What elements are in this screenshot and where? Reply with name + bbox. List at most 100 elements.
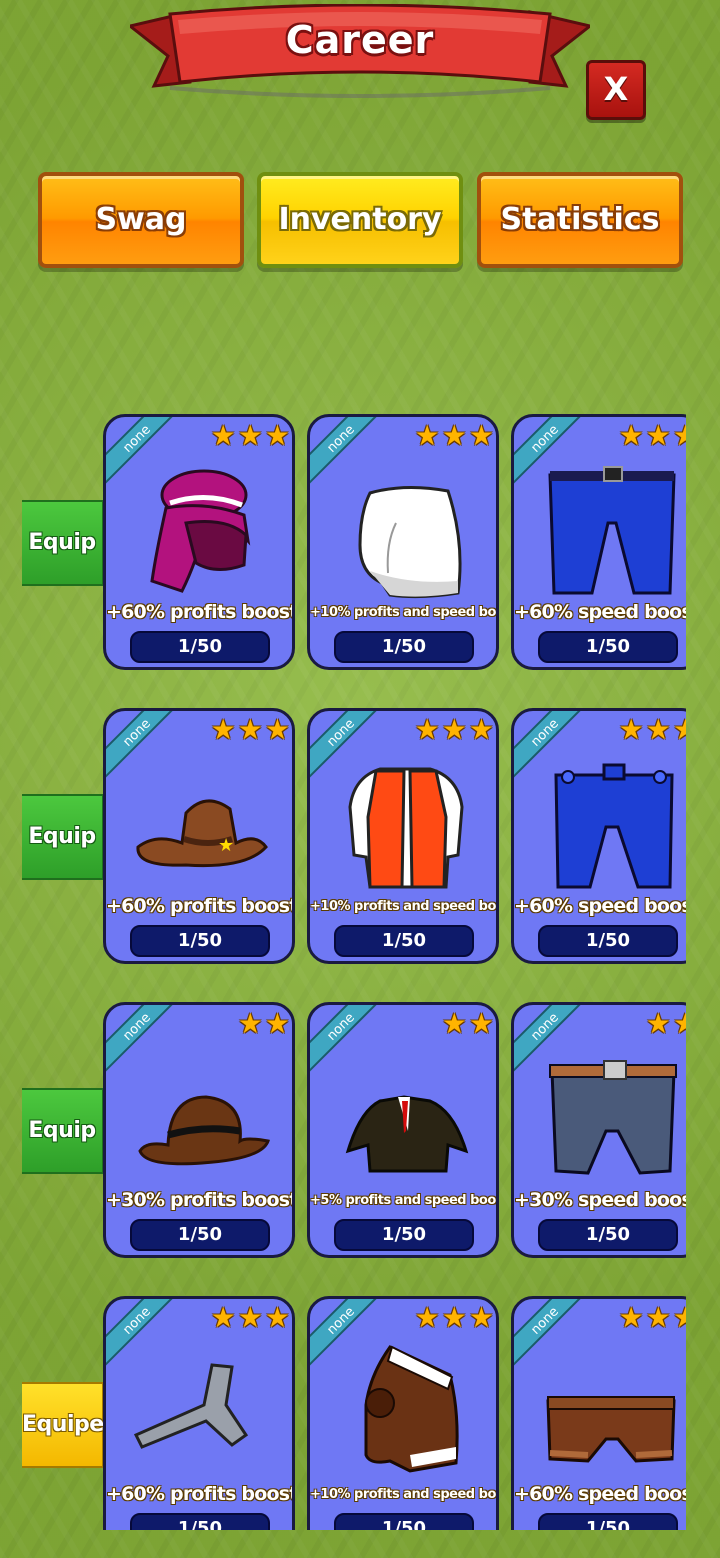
boost-text: +30% profits boosts — [106, 1189, 295, 1211]
item-card[interactable]: none ★★★ +60% speed boosts 1/50 — [511, 414, 686, 670]
grey-shorts-icon — [549, 1060, 677, 1175]
suit-jacket-icon — [345, 1095, 469, 1173]
star-icon: ★ — [414, 1301, 440, 1334]
star-icon: ★ — [414, 713, 440, 746]
item-count: 1/50 — [334, 631, 474, 663]
star-icon: ★ — [468, 1301, 494, 1334]
star-icon: ★ — [441, 419, 467, 452]
star-icon: ★ — [264, 419, 290, 452]
item-card[interactable]: none ★ ★ +5% profits and speed boosts 1/5… — [307, 1002, 499, 1258]
star-rating: ★★★ — [211, 715, 290, 745]
item-count: 1/50 — [334, 1513, 474, 1530]
blue-shorts-icon — [548, 466, 676, 595]
item-card[interactable]: none ★★★ +10% profits and speed boosts 1… — [307, 1296, 499, 1530]
star-icon: ★ — [645, 419, 671, 452]
item-card[interactable]: none ★ ★ +30% profits boosts 1/50 — [103, 1002, 295, 1258]
boost-text: +5% profits and speed boosts — [310, 1193, 499, 1208]
item-count: 1/50 — [538, 631, 678, 663]
item-count: 1/50 — [538, 1513, 678, 1530]
star-rating: ★★★ — [619, 421, 686, 451]
tab-inventory[interactable]: Inventory — [257, 172, 463, 268]
brown-shorts-icon — [546, 1396, 676, 1463]
brown-coat-icon — [364, 1345, 459, 1473]
purple-headscarf-icon — [150, 469, 251, 593]
item-card[interactable]: none ★★ +30% speed boosts 1/50 — [511, 1002, 686, 1258]
item-count: 1/50 — [334, 925, 474, 957]
item-count: 1/50 — [334, 1219, 474, 1251]
star-rating: ★★★ — [415, 1303, 494, 1333]
item-card[interactable]: none ★★★ +60% speed boosts 1/50 — [511, 1296, 686, 1530]
item-card[interactable]: none ★ ★ ★ ★ +60% profits boosts 1/50 — [103, 708, 295, 964]
star-rating: ★★★ — [619, 715, 686, 745]
item-count: 1/50 — [130, 631, 270, 663]
star-rating: ★★ — [238, 1009, 290, 1039]
star-icon: ★ — [645, 1007, 671, 1040]
bowler-hat-icon — [138, 1095, 270, 1166]
item-count: 1/50 — [538, 1219, 678, 1251]
star-rating: ★★★ — [211, 421, 290, 451]
star-icon: ★ — [237, 1007, 263, 1040]
star-icon: ★ — [441, 713, 467, 746]
star-rating: ★★★ — [415, 421, 494, 451]
star-icon: ★ — [468, 419, 494, 452]
star-icon: ★ — [618, 419, 644, 452]
item-card[interactable]: none ★ ★ ★ +60% profits boosts 1/50 — [103, 414, 295, 670]
boost-text: +60% profits boosts — [106, 1483, 295, 1505]
boost-text: +60% speed boosts — [514, 895, 686, 917]
boost-text: +60% speed boosts — [514, 1483, 686, 1505]
star-icon: ★ — [414, 419, 440, 452]
item-count: 1/50 — [538, 925, 678, 957]
item-count: 1/50 — [130, 925, 270, 957]
boost-text: +10% profits and speed boosts — [310, 605, 496, 620]
star-icon: ★ — [210, 713, 236, 746]
star-rating: ★★ — [646, 1009, 686, 1039]
tab-statistics[interactable]: Statistics — [477, 172, 683, 268]
star-icon: ★ — [673, 1009, 686, 1039]
star-rating: ★★★ — [415, 715, 494, 745]
grey-visor-icon — [133, 1363, 249, 1449]
item-count: 1/50 — [130, 1219, 270, 1251]
star-icon: ★ — [468, 1007, 494, 1040]
star-icon: ★ — [673, 1303, 686, 1333]
star-icon: ★ — [237, 1301, 263, 1334]
star-icon: ★ — [618, 1301, 644, 1334]
page-title: Career — [285, 18, 435, 62]
boost-text: +60% profits boosts — [106, 895, 295, 917]
star-icon: ★ — [645, 713, 671, 746]
white-shirt-icon — [358, 485, 462, 599]
boost-text: +10% profits and speed boosts — [310, 899, 496, 914]
star-icon: ★ — [237, 419, 263, 452]
tab-swag[interactable]: Swag — [38, 172, 244, 268]
orange-vest-icon — [348, 767, 464, 889]
star-icon: ★ — [441, 1007, 467, 1040]
boost-text: +60% speed boosts — [514, 601, 686, 623]
title-ribbon: Career — [130, 4, 590, 104]
star-icon: ★ — [468, 713, 494, 746]
item-card[interactable]: none ★★★ +10% profits and speed boosts 1… — [307, 708, 499, 964]
item-count: 1/50 — [130, 1513, 270, 1530]
star-icon: ★ — [441, 1301, 467, 1334]
boost-text: +10% profits and speed boosts — [310, 1487, 496, 1502]
boost-text: +60% profits boosts — [106, 601, 295, 623]
star-icon: ★ — [645, 1301, 671, 1334]
boost-text: +30% speed boosts — [514, 1189, 686, 1211]
cowboy-hat-icon: ★ — [136, 799, 268, 868]
star-icon: ★ — [210, 419, 236, 452]
item-card[interactable]: none ★ ★ ★ +60% profits boosts 1/50 — [103, 1296, 295, 1530]
star-rating: ★★ — [442, 1009, 494, 1039]
item-card[interactable]: none ★★★ +60% speed boosts 1/50 — [511, 708, 686, 964]
svg-text:★: ★ — [218, 835, 234, 856]
star-icon: ★ — [264, 1301, 290, 1334]
star-icon: ★ — [210, 1301, 236, 1334]
star-icon: ★ — [264, 1007, 290, 1040]
inventory-grid: none ★ ★ ★ +60% profits boosts 1/50 none ★… — [0, 400, 686, 1530]
item-card[interactable]: none ★★★ +10% profits and speed boosts 1… — [307, 414, 499, 670]
star-icon: ★ — [673, 421, 686, 451]
blue-pants-icon — [554, 763, 674, 889]
star-icon: ★ — [264, 713, 290, 746]
star-icon: ★ — [237, 713, 263, 746]
star-icon: ★ — [618, 713, 644, 746]
star-rating: ★★★ — [211, 1303, 290, 1333]
star-icon: ★ — [673, 715, 686, 745]
close-button[interactable]: X — [586, 60, 646, 120]
